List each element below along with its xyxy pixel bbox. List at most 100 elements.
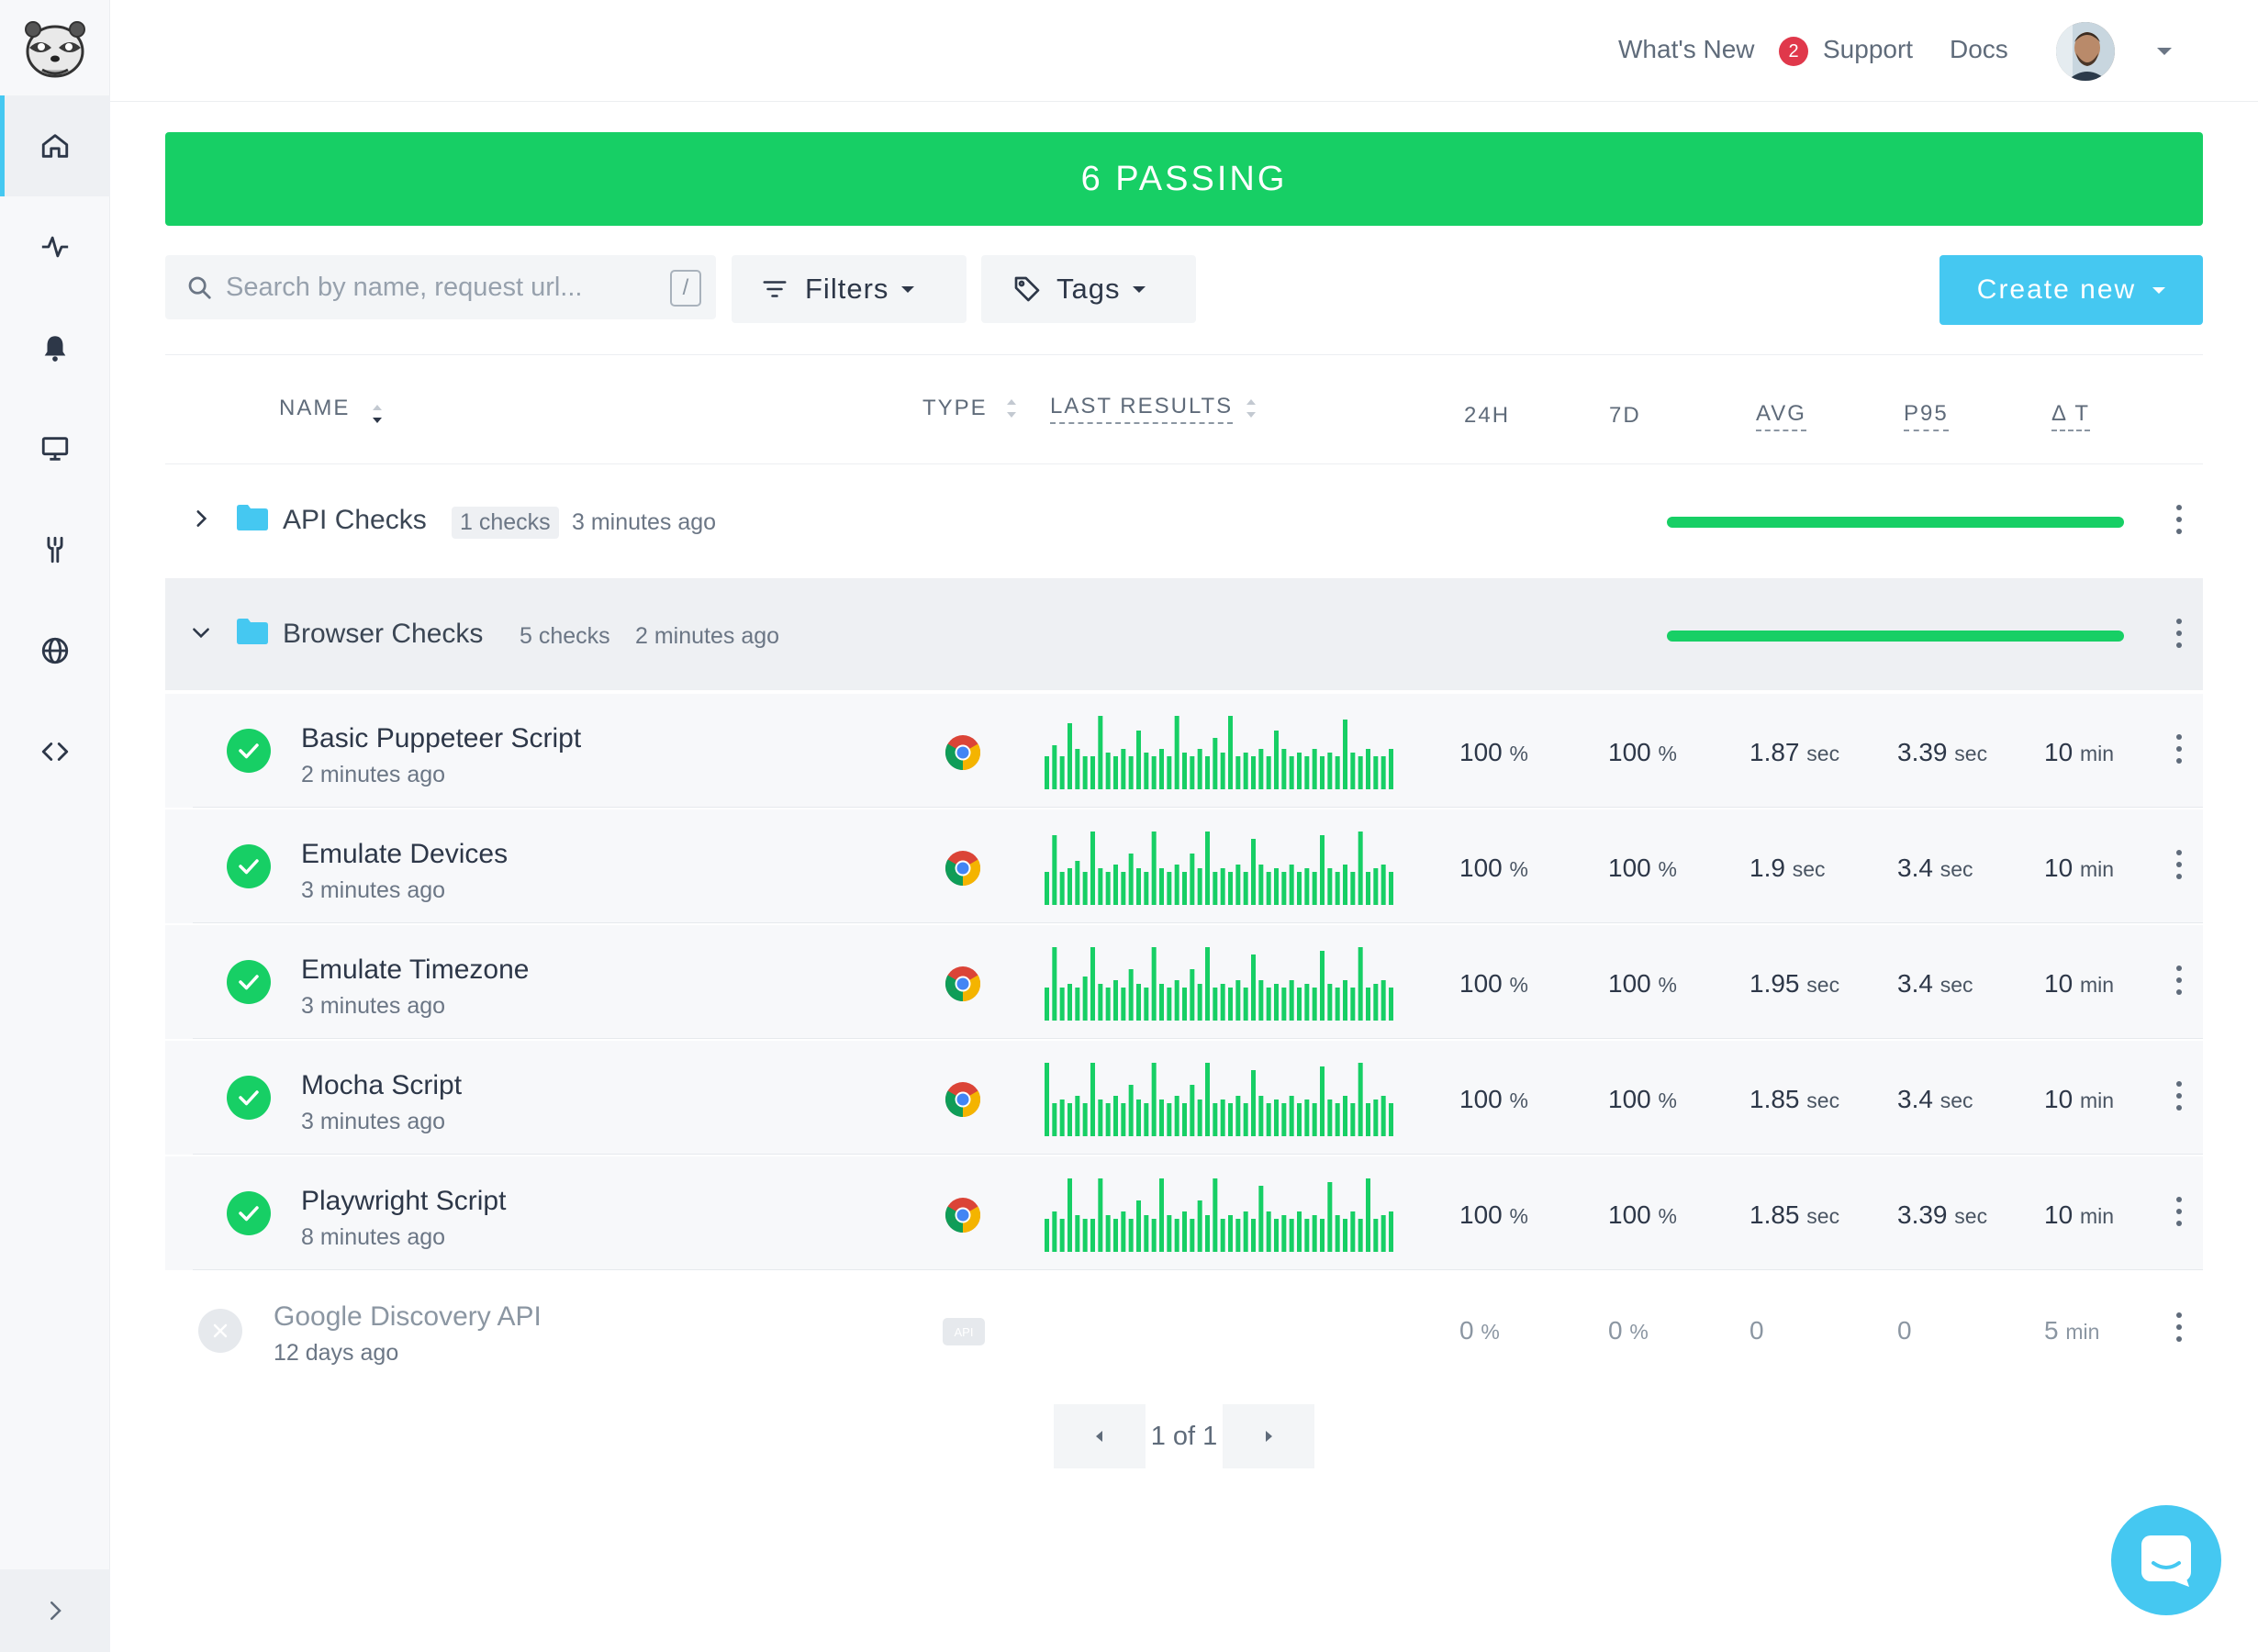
- result-bar[interactable]: [1151, 947, 1157, 1021]
- result-bar[interactable]: [1098, 716, 1103, 789]
- result-bar[interactable]: [1297, 753, 1302, 789]
- check-name[interactable]: Google Discovery API: [274, 1301, 542, 1333]
- raccoon-logo[interactable]: [22, 17, 88, 79]
- result-bar[interactable]: [1068, 723, 1072, 789]
- result-bar[interactable]: [1121, 1211, 1126, 1252]
- more-options-icon[interactable]: [2176, 966, 2184, 1002]
- result-bar[interactable]: [1113, 1096, 1118, 1136]
- result-bar[interactable]: [1197, 1099, 1202, 1136]
- result-bar[interactable]: [1174, 716, 1179, 789]
- result-bar[interactable]: [1366, 749, 1370, 789]
- result-bar[interactable]: [1197, 1200, 1202, 1252]
- result-bar[interactable]: [1220, 1099, 1225, 1136]
- result-bar[interactable]: [1052, 835, 1057, 905]
- result-bar[interactable]: [1297, 988, 1302, 1021]
- more-options-icon[interactable]: [2176, 505, 2184, 541]
- result-bar[interactable]: [1136, 1099, 1141, 1136]
- whats-new-link[interactable]: What's New: [1618, 35, 1755, 64]
- result-bar[interactable]: [1197, 749, 1202, 789]
- result-bar[interactable]: [1266, 1211, 1271, 1252]
- col-type[interactable]: TYPE: [922, 396, 988, 421]
- result-bar[interactable]: [1228, 1215, 1233, 1252]
- result-bar[interactable]: [1213, 1103, 1218, 1136]
- result-bar[interactable]: [1174, 1096, 1179, 1136]
- result-bar[interactable]: [1304, 756, 1310, 789]
- result-bar[interactable]: [1213, 988, 1218, 1021]
- result-bar[interactable]: [1052, 1103, 1057, 1136]
- result-bar[interactable]: [1281, 749, 1287, 789]
- result-bar[interactable]: [1190, 756, 1195, 789]
- last-results-sparkline[interactable]: [1045, 1178, 1393, 1252]
- result-bar[interactable]: [1251, 1219, 1256, 1252]
- check-row[interactable]: Emulate Devices 3 minutes ago 100 % 100 …: [165, 809, 2203, 923]
- result-bar[interactable]: [1213, 738, 1218, 789]
- result-bar[interactable]: [1358, 1219, 1363, 1252]
- result-bar[interactable]: [1220, 1219, 1225, 1252]
- result-bar[interactable]: [1159, 984, 1164, 1021]
- result-bar[interactable]: [1090, 1219, 1095, 1252]
- result-bar[interactable]: [1312, 872, 1317, 905]
- result-bar[interactable]: [1136, 1200, 1141, 1252]
- result-bar[interactable]: [1289, 756, 1294, 789]
- result-bar[interactable]: [1090, 947, 1095, 1021]
- result-bar[interactable]: [1304, 1219, 1310, 1252]
- result-bar[interactable]: [1182, 753, 1187, 789]
- result-bar[interactable]: [1144, 988, 1149, 1021]
- result-bar[interactable]: [1335, 756, 1340, 789]
- result-bar[interactable]: [1343, 865, 1347, 905]
- result-bar[interactable]: [1243, 872, 1248, 905]
- check-row[interactable]: Google Discovery API 12 days ago API 0 %…: [165, 1272, 2203, 1386]
- result-bar[interactable]: [1320, 835, 1325, 905]
- result-bar[interactable]: [1350, 1211, 1356, 1252]
- result-bar[interactable]: [1350, 753, 1356, 789]
- result-bar[interactable]: [1205, 947, 1210, 1021]
- check-name[interactable]: Basic Puppeteer Script: [301, 723, 581, 754]
- result-bar[interactable]: [1373, 984, 1379, 1021]
- search-box[interactable]: /: [165, 255, 716, 319]
- check-row[interactable]: Emulate Timezone 3 minutes ago 100 % 100…: [165, 925, 2203, 1039]
- result-bar[interactable]: [1304, 1099, 1310, 1136]
- result-bar[interactable]: [1235, 1096, 1241, 1136]
- result-bar[interactable]: [1381, 980, 1386, 1021]
- result-bar[interactable]: [1045, 1219, 1049, 1252]
- result-bar[interactable]: [1297, 1103, 1302, 1136]
- col-delta-t[interactable]: Δ T: [2051, 401, 2091, 431]
- result-bar[interactable]: [1082, 872, 1088, 905]
- result-bar[interactable]: [1159, 1099, 1164, 1136]
- result-bar[interactable]: [1373, 756, 1379, 789]
- check-name[interactable]: Playwright Script: [301, 1186, 506, 1217]
- result-bar[interactable]: [1082, 1219, 1088, 1252]
- result-bar[interactable]: [1167, 988, 1172, 1021]
- last-results-sparkline[interactable]: [1045, 1063, 1393, 1136]
- result-bar[interactable]: [1228, 988, 1233, 1021]
- more-options-icon[interactable]: [2176, 1081, 2184, 1118]
- sort-icon[interactable]: [1245, 396, 1258, 421]
- result-bar[interactable]: [1312, 988, 1317, 1021]
- result-bar[interactable]: [1045, 756, 1049, 789]
- result-bar[interactable]: [1289, 980, 1294, 1021]
- result-bar[interactable]: [1243, 753, 1248, 789]
- col-avg[interactable]: AVG: [1756, 401, 1806, 431]
- last-results-sparkline[interactable]: [1045, 832, 1393, 905]
- result-bar[interactable]: [1312, 749, 1317, 789]
- result-bar[interactable]: [1121, 1103, 1126, 1136]
- result-bar[interactable]: [1335, 1215, 1340, 1252]
- result-bar[interactable]: [1159, 749, 1164, 789]
- nav-home[interactable]: [0, 95, 110, 196]
- result-bar[interactable]: [1373, 1099, 1379, 1136]
- result-bar[interactable]: [1266, 1103, 1271, 1136]
- result-bar[interactable]: [1105, 1103, 1111, 1136]
- sort-icon[interactable]: [1005, 396, 1018, 421]
- result-bar[interactable]: [1350, 988, 1356, 1021]
- search-input[interactable]: [226, 272, 630, 303]
- result-bar[interactable]: [1098, 1178, 1103, 1252]
- check-row[interactable]: Playwright Script 8 minutes ago 100 % 10…: [165, 1156, 2203, 1270]
- more-options-icon[interactable]: [2176, 1197, 2184, 1233]
- result-bar[interactable]: [1105, 753, 1111, 789]
- result-bar[interactable]: [1327, 984, 1333, 1021]
- result-bar[interactable]: [1059, 756, 1065, 789]
- result-bar[interactable]: [1358, 1063, 1363, 1136]
- result-bar[interactable]: [1151, 1063, 1157, 1136]
- result-bar[interactable]: [1167, 1215, 1172, 1252]
- result-bar[interactable]: [1105, 988, 1111, 1021]
